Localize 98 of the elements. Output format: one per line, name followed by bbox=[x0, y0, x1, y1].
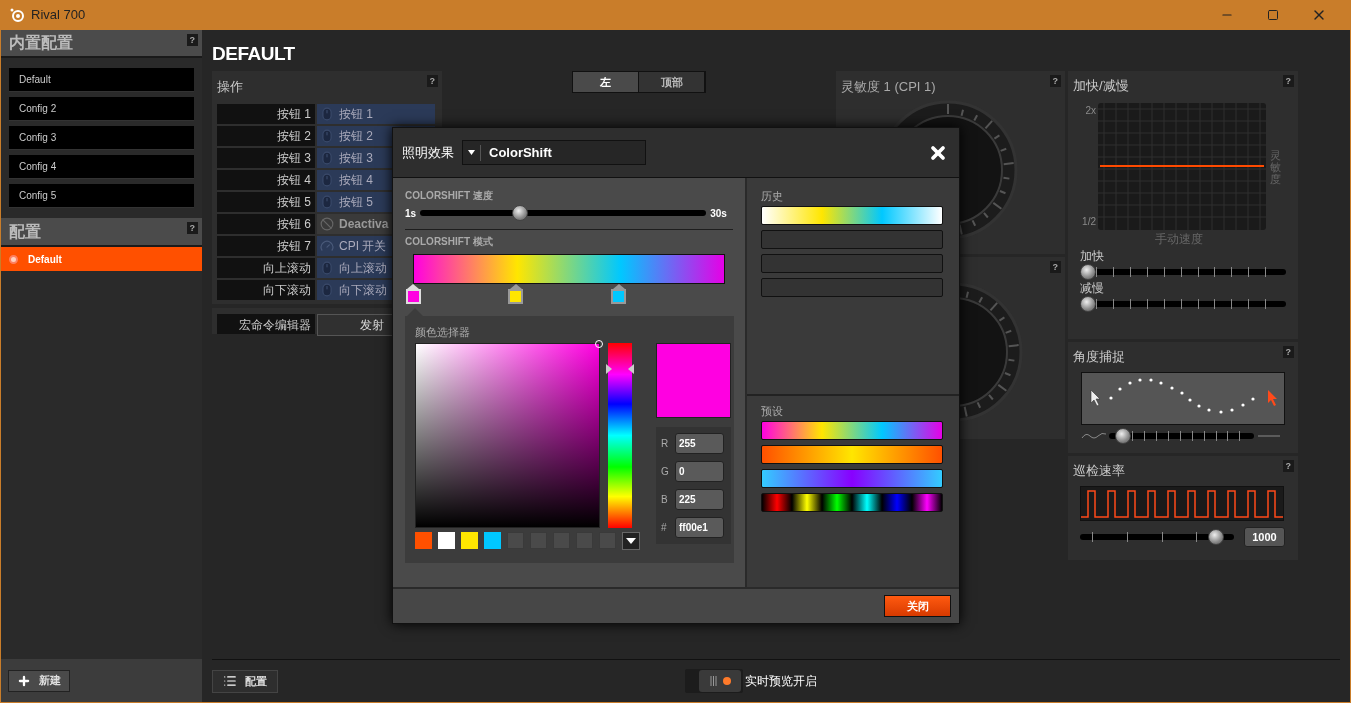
button-label: 按钮 3 bbox=[217, 148, 315, 168]
saturation-picker[interactable] bbox=[415, 343, 600, 528]
hue-marker[interactable] bbox=[606, 364, 634, 374]
maximize-icon bbox=[1267, 9, 1279, 21]
field-label: # bbox=[661, 521, 668, 535]
color-value-field[interactable]: 225 bbox=[675, 489, 724, 510]
close-dialog-button[interactable]: 关闭 bbox=[884, 595, 951, 617]
effect-dropdown[interactable]: ColorShift bbox=[462, 140, 646, 165]
color-swatch[interactable] bbox=[484, 532, 501, 549]
button-label: 按钮 4 bbox=[217, 170, 315, 190]
button-label: 向下滚动 bbox=[217, 280, 315, 300]
color-stop-handle[interactable] bbox=[507, 284, 524, 304]
gradient-preset[interactable] bbox=[761, 493, 943, 512]
help-button[interactable]: ? bbox=[426, 75, 438, 87]
panel-title: 角度捕捉 bbox=[1073, 349, 1125, 364]
config-item[interactable]: Config 4 bbox=[9, 155, 194, 179]
side-tab[interactable]: 顶部 bbox=[639, 72, 705, 92]
caret-icon bbox=[626, 538, 636, 544]
presets-label: 预设 bbox=[761, 405, 784, 417]
panel-title: 操作 bbox=[217, 79, 243, 94]
field-label: R bbox=[661, 437, 670, 451]
speed-max: 30s bbox=[710, 206, 727, 221]
slider-thumb[interactable] bbox=[511, 205, 528, 221]
color-value-field[interactable]: ff00e1 bbox=[675, 517, 724, 538]
gradient-preset[interactable] bbox=[761, 206, 943, 225]
color-gradient-bar[interactable] bbox=[413, 254, 725, 284]
config-item[interactable]: Config 5 bbox=[9, 184, 194, 208]
mouse-icon bbox=[320, 173, 334, 187]
mouse-icon bbox=[320, 151, 334, 165]
live-preview-toggle[interactable] bbox=[685, 669, 743, 693]
help-button[interactable]: ? bbox=[186, 34, 198, 46]
wave-icon bbox=[1081, 432, 1107, 440]
mouse-icon bbox=[320, 195, 334, 209]
config-button[interactable]: 配置 bbox=[212, 669, 278, 693]
slider-thumb[interactable] bbox=[1080, 264, 1096, 280]
mouse-icon bbox=[320, 261, 334, 275]
app-logo-icon bbox=[9, 7, 25, 23]
help-button[interactable]: ? bbox=[1282, 75, 1294, 87]
new-button[interactable]: 新建 bbox=[8, 669, 70, 692]
slider-label: 减慢 bbox=[1080, 280, 1105, 296]
panel-title: 巡检速率 bbox=[1073, 463, 1125, 478]
axis-label: 1/2 bbox=[1082, 215, 1096, 229]
panel-title: 灵敏度 1 (CPI 1) bbox=[841, 79, 936, 94]
color-value-field[interactable]: 255 bbox=[675, 433, 724, 454]
field-label: G bbox=[661, 465, 670, 479]
field-label: B bbox=[661, 493, 669, 507]
slider-label: 加快 bbox=[1080, 248, 1105, 264]
color-swatch[interactable] bbox=[438, 532, 455, 549]
button-label: 按钮 2 bbox=[217, 126, 315, 146]
mouse-icon bbox=[320, 283, 334, 297]
button-label: 向上滚动 bbox=[217, 258, 315, 278]
history-label: 历史 bbox=[761, 190, 784, 202]
mouse-icon bbox=[320, 107, 334, 121]
color-value-field[interactable]: 0 bbox=[675, 461, 724, 482]
disabled-icon bbox=[320, 217, 334, 231]
help-button[interactable]: ? bbox=[1282, 460, 1294, 472]
macro-label: 宏命令编辑器 bbox=[217, 314, 315, 334]
axis-label: 2x bbox=[1085, 104, 1096, 118]
flat-line-icon bbox=[1256, 432, 1282, 440]
gradient-preset[interactable] bbox=[761, 421, 943, 440]
slider-thumb[interactable] bbox=[1115, 428, 1132, 444]
help-button[interactable]: ? bbox=[186, 222, 198, 234]
help-button[interactable]: ? bbox=[1049, 261, 1061, 273]
assignment-button[interactable]: 按钮 1 bbox=[317, 104, 435, 124]
button-label: 按钮 6 bbox=[217, 214, 315, 234]
mouse-icon bbox=[320, 129, 334, 143]
section-title: 内置配置 bbox=[9, 33, 73, 53]
color-swatch[interactable] bbox=[461, 532, 478, 549]
list-icon bbox=[223, 674, 237, 688]
color-stop-handle[interactable] bbox=[405, 284, 421, 304]
panel-title: 加快/减慢 bbox=[1073, 78, 1129, 93]
window-title: Rival 700 bbox=[31, 6, 86, 25]
config-item[interactable]: Config 2 bbox=[9, 97, 194, 121]
gradient-preset[interactable] bbox=[761, 445, 943, 464]
help-button[interactable]: ? bbox=[1049, 75, 1061, 87]
plus-icon bbox=[17, 673, 31, 688]
swatch-dropdown[interactable] bbox=[622, 532, 640, 550]
button-label: 按钮 5 bbox=[217, 192, 315, 212]
color-stop-handle[interactable] bbox=[610, 284, 627, 304]
button-label: 按钮 1 bbox=[217, 104, 315, 124]
page-title: DEFAULT bbox=[212, 44, 296, 64]
button-label: 按钮 7 bbox=[217, 236, 315, 256]
help-button[interactable]: ? bbox=[1282, 346, 1294, 358]
polling-value-field[interactable]: 1000 bbox=[1244, 527, 1285, 547]
color-swatch[interactable] bbox=[415, 532, 432, 549]
section-title: 配置 bbox=[9, 221, 41, 242]
grip-icon bbox=[709, 676, 717, 686]
slider-thumb[interactable] bbox=[1080, 296, 1096, 312]
hue-bar[interactable] bbox=[608, 343, 632, 528]
live-preview-label: 实时预览开启 bbox=[745, 673, 817, 690]
slider-thumb[interactable] bbox=[1208, 529, 1225, 545]
caret-icon bbox=[468, 150, 475, 155]
config-item[interactable]: Default bbox=[9, 68, 194, 92]
config-item[interactable]: Config 3 bbox=[9, 126, 194, 150]
side-tab[interactable]: 左 bbox=[573, 72, 639, 92]
gauge-icon bbox=[320, 239, 334, 253]
gradient-preset[interactable] bbox=[761, 469, 943, 488]
radio-icon bbox=[9, 254, 18, 264]
